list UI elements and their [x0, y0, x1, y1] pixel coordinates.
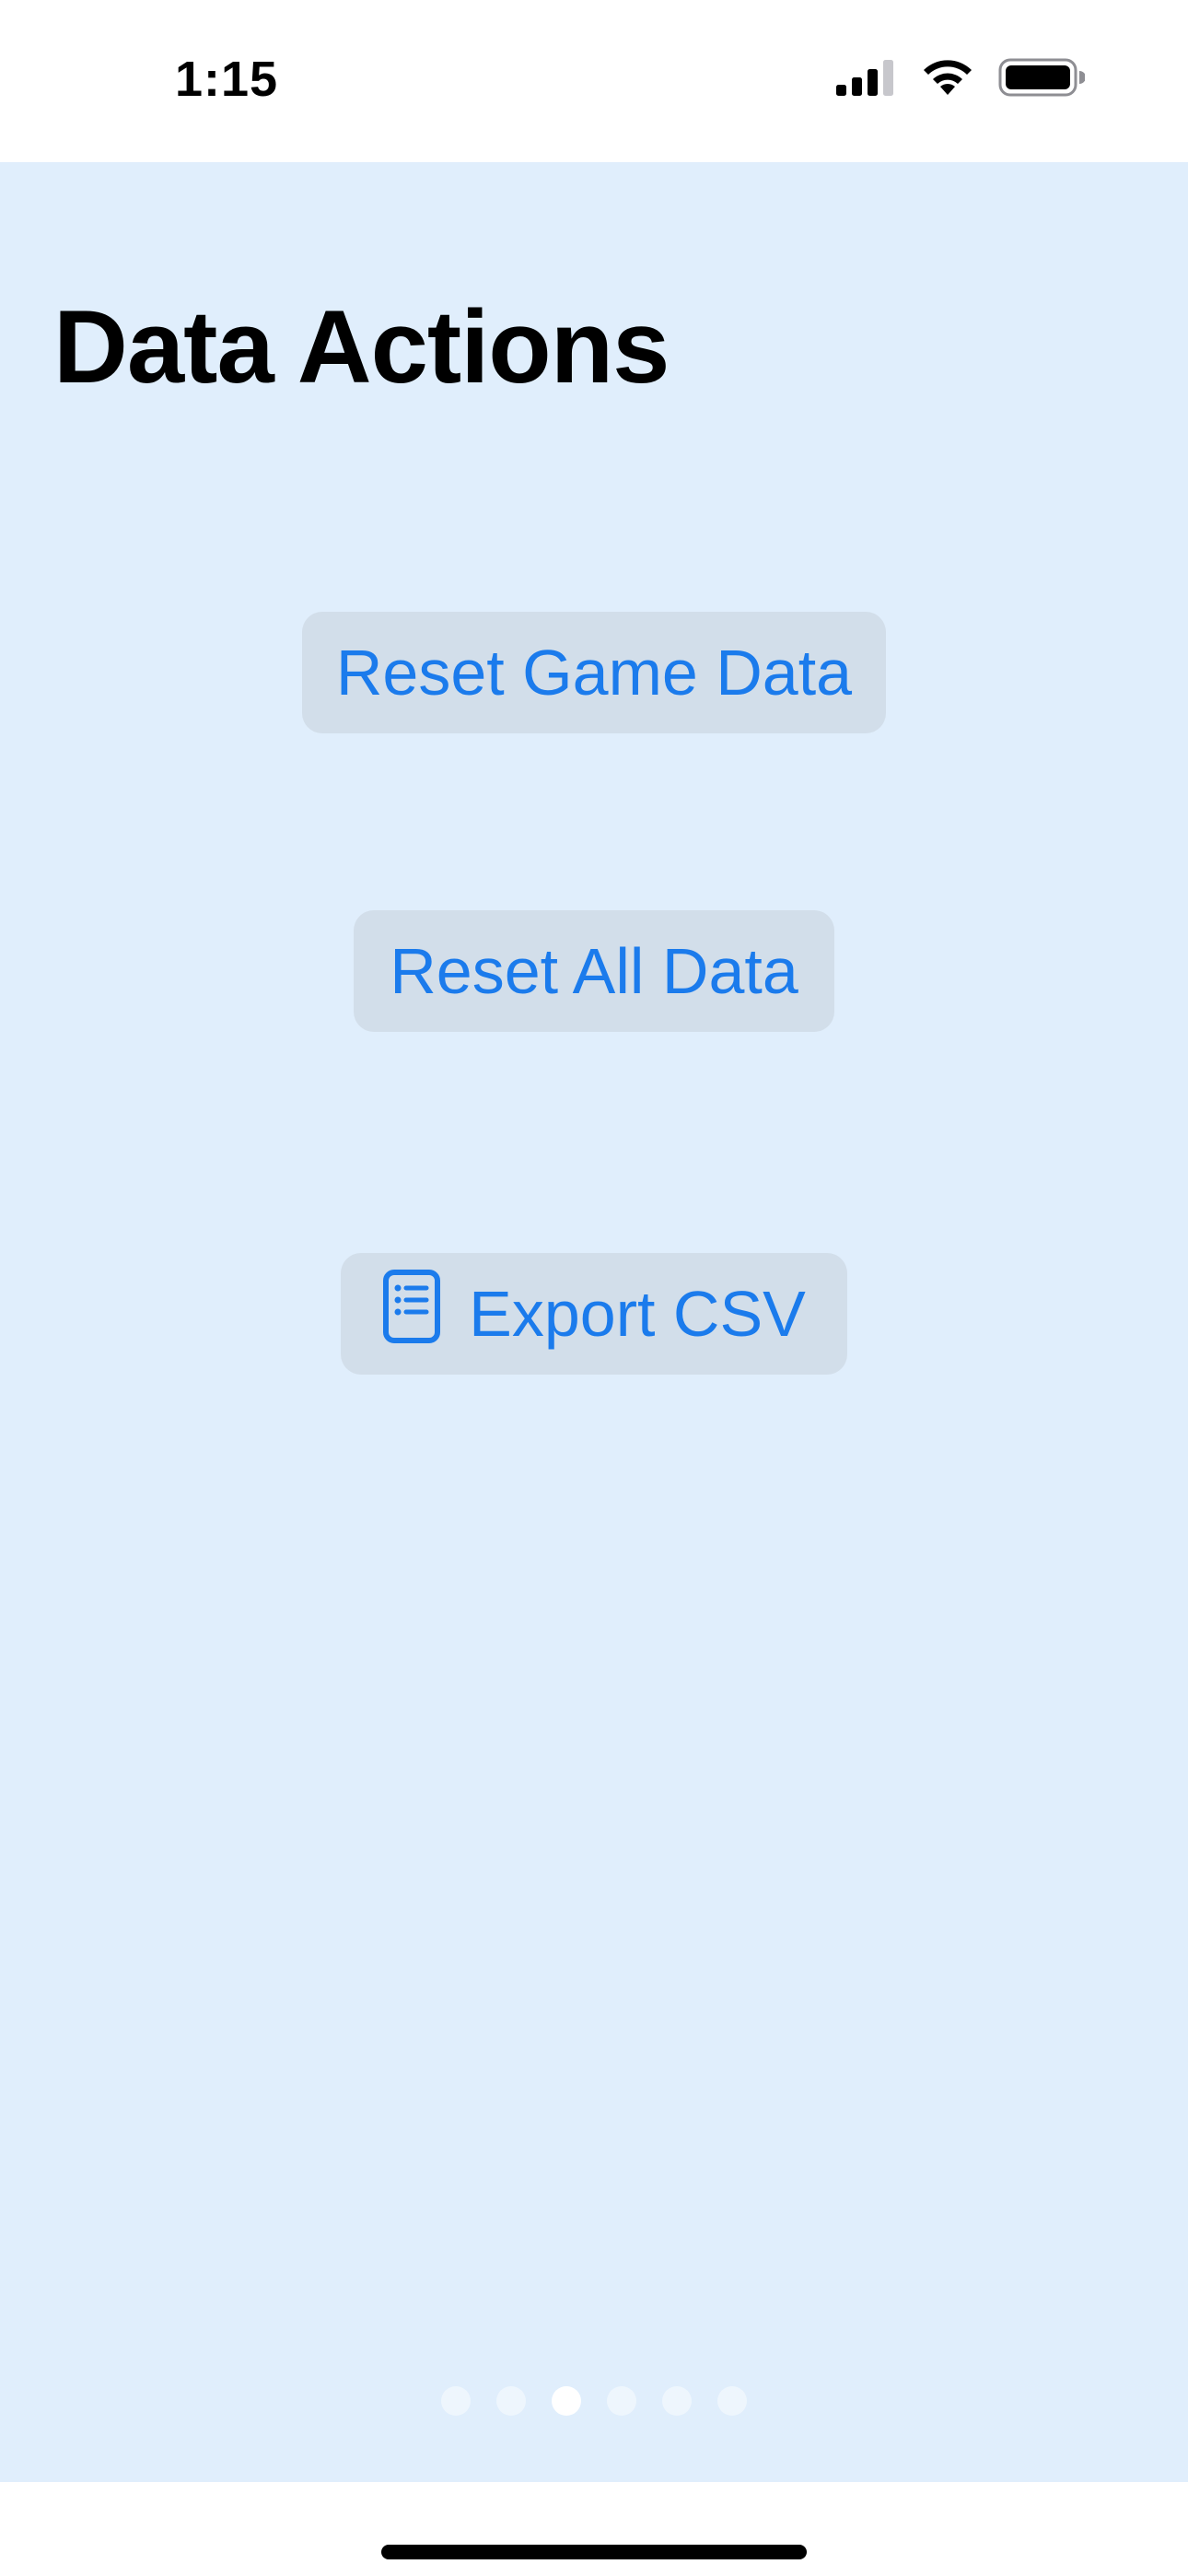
page-dot-3-active[interactable] [552, 2386, 581, 2416]
page-title: Data Actions [53, 289, 670, 404]
document-list-icon [382, 1269, 441, 1359]
page-dot-2[interactable] [496, 2386, 526, 2416]
reset-game-data-button[interactable]: Reset Game Data [302, 612, 886, 733]
data-actions-screen: Data Actions Reset Game Data Reset All D… [0, 162, 1188, 2482]
page-dot-5[interactable] [662, 2386, 692, 2416]
page-dot-6[interactable] [717, 2386, 747, 2416]
home-indicator-area [0, 2482, 1188, 2576]
status-time: 1:15 [175, 52, 279, 107]
page-dot-4[interactable] [607, 2386, 636, 2416]
reset-all-data-button[interactable]: Reset All Data [354, 910, 834, 1032]
status-bar: 1:15 [0, 0, 1188, 162]
page-dot-1[interactable] [441, 2386, 471, 2416]
page-indicator[interactable] [0, 2386, 1188, 2416]
reset-all-data-label: Reset All Data [390, 935, 798, 1007]
export-csv-button[interactable]: Export CSV [341, 1253, 847, 1375]
battery-icon [998, 57, 1086, 102]
wifi-icon [921, 58, 974, 101]
cellular-signal-icon [836, 59, 897, 100]
status-icons [836, 57, 1086, 102]
reset-game-data-label: Reset Game Data [335, 637, 853, 708]
home-indicator[interactable] [381, 2545, 807, 2559]
export-csv-label: Export CSV [469, 1278, 806, 1350]
